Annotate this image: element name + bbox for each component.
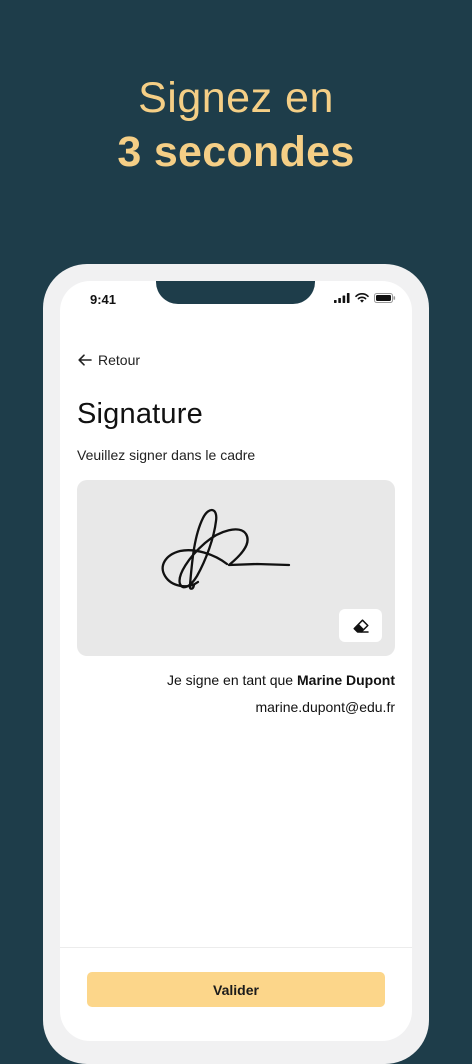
- back-button-label: Retour: [98, 352, 141, 368]
- battery-icon: [374, 293, 396, 303]
- signer-email: marine.dupont@edu.fr: [255, 699, 395, 715]
- phone-notch: [156, 281, 315, 304]
- status-icons: [334, 293, 396, 303]
- signature-instruction: Veuillez signer dans le cadre: [77, 447, 256, 463]
- validate-button[interactable]: Valider: [87, 972, 385, 1007]
- signer-statement: Je signe en tant que Marine Dupont: [167, 672, 395, 688]
- erase-signature-button[interactable]: [339, 609, 382, 642]
- screen-title: Signature: [77, 398, 203, 430]
- eraser-icon: [352, 618, 369, 633]
- signer-prefix: Je signe en tant que: [167, 672, 294, 688]
- headline-line-2: 3 secondes: [117, 128, 355, 176]
- cellular-signal-icon: [334, 293, 350, 303]
- status-time: 9:41: [90, 292, 117, 307]
- headline-line-1: Signez en: [138, 74, 334, 122]
- footer-divider: [60, 947, 412, 948]
- signature-pad[interactable]: [77, 480, 395, 656]
- back-button[interactable]: Retour: [78, 352, 140, 368]
- signer-name: Marine Dupont: [297, 672, 395, 688]
- arrow-left-icon: [78, 354, 92, 366]
- wifi-icon: [355, 293, 369, 303]
- phone-screen: 9:41 Retour Signature Veuillez signer da…: [60, 281, 412, 1041]
